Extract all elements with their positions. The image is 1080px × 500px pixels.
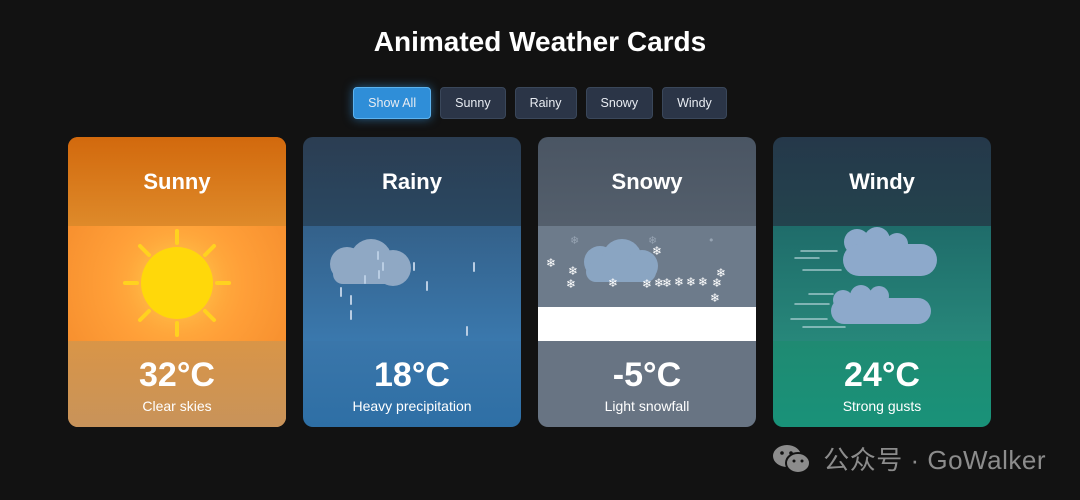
- card-title: Rainy: [303, 137, 521, 226]
- svg-text:❄: ❄: [648, 234, 657, 247]
- svg-text:❄: ❄: [608, 276, 618, 290]
- temperature: -5°C: [612, 356, 682, 394]
- weather-card-rainy: Rainy 18°C Heavy precipitation: [303, 137, 521, 427]
- wechat-icon: [773, 444, 812, 474]
- weather-description: Strong gusts: [842, 398, 922, 414]
- svg-text:❄: ❄: [698, 275, 708, 289]
- svg-text:❄: ❄: [546, 256, 556, 270]
- temperature: 24°C: [844, 356, 920, 394]
- filter-rainy-button[interactable]: Rainy: [514, 87, 577, 119]
- sun-icon: [123, 229, 231, 337]
- filter-bar: Show All Sunny Rainy Snowy Windy: [0, 87, 1080, 119]
- svg-text:❄: ❄: [674, 275, 684, 289]
- card-title: Snowy: [538, 137, 756, 226]
- page-title: Animated Weather Cards: [373, 26, 707, 57]
- svg-text:❄: ❄: [710, 291, 720, 305]
- watermark: 公众号 · GoWalker: [771, 440, 1046, 477]
- svg-text:❄: ❄: [570, 234, 579, 247]
- card-visual: [773, 226, 991, 341]
- card-footer: 18°C Heavy precipitation: [303, 341, 521, 427]
- svg-text:•: •: [708, 234, 715, 247]
- filter-windy-button[interactable]: Windy: [662, 87, 727, 119]
- filter-snowy-button[interactable]: Snowy: [585, 87, 654, 119]
- card-title: Windy: [773, 137, 991, 226]
- card-visual: ❄ ❄ ❄ ❄ ❄ ❄ ❄ ❄ ❄ ❄ ❄ ❄ ❄ ❄ ❄ ❄ •: [538, 226, 756, 341]
- svg-text:❄: ❄: [712, 276, 722, 290]
- snow-cloud-icon: ❄ ❄ ❄ ❄ ❄ ❄ ❄ ❄ ❄ ❄ ❄ ❄ ❄ ❄ ❄ ❄ •: [538, 234, 756, 341]
- rain-cloud-icon: [330, 239, 475, 336]
- card-footer: 24°C Strong gusts: [773, 341, 991, 427]
- temperature: 18°C: [374, 356, 450, 394]
- card-title: Sunny: [68, 137, 286, 226]
- weather-card-windy: Windy 24°C Strong gusts: [773, 137, 991, 427]
- weather-card-sunny: Sunny 32°C Clear skies: [68, 137, 286, 427]
- temperature: 32°C: [139, 356, 215, 394]
- card-footer: 32°C Clear skies: [68, 341, 286, 427]
- svg-text:❄: ❄: [642, 277, 652, 291]
- card-footer: -5°C Light snowfall: [538, 341, 756, 427]
- watermark-text: 公众号 · GoWalker: [823, 445, 1046, 475]
- svg-text:❄: ❄: [686, 275, 696, 289]
- weather-description: Clear skies: [142, 398, 212, 414]
- weather-card-snowy: Snowy ❄ ❄ ❄ ❄ ❄ ❄ ❄ ❄ ❄ ❄ ❄ ❄ ❄ ❄ ❄ ❄ • …: [538, 137, 756, 427]
- wind-clouds-icon: [790, 227, 937, 328]
- svg-text:❄: ❄: [566, 277, 576, 291]
- weather-description: Heavy precipitation: [352, 398, 472, 414]
- card-visual: [303, 226, 521, 341]
- weather-description: Light snowfall: [604, 398, 690, 414]
- filter-sunny-button[interactable]: Sunny: [440, 87, 506, 119]
- svg-text:❄: ❄: [662, 276, 672, 290]
- filter-show-all-button[interactable]: Show All: [353, 87, 432, 119]
- svg-text:❄: ❄: [568, 264, 578, 278]
- card-visual: [68, 226, 286, 341]
